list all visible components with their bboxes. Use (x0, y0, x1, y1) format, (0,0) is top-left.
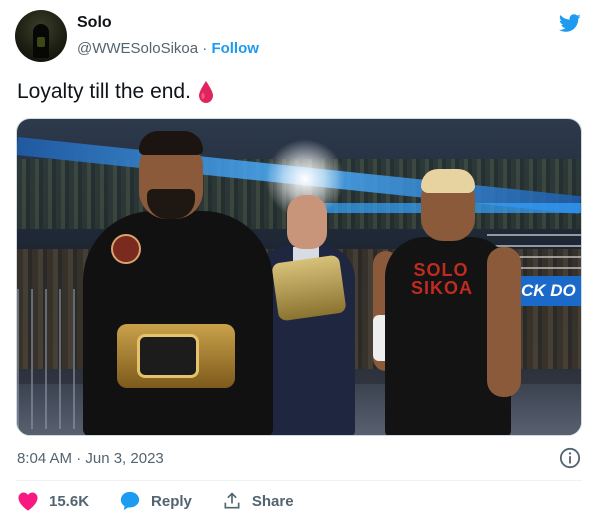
like-count: 15.6K (49, 492, 90, 510)
reply-icon (120, 491, 140, 511)
blood-drop-icon (198, 81, 213, 103)
arena-banner-text: CK DO (521, 281, 576, 300)
divider (16, 480, 582, 481)
shirt-lettering: SOLO SIKOA (411, 260, 474, 298)
author-handle[interactable]: @WWESoloSikoa (77, 40, 198, 57)
author-name[interactable]: Solo (77, 14, 112, 32)
avatar[interactable] (15, 10, 67, 62)
reply-label: Reply (151, 492, 192, 510)
like-button[interactable]: 15.6K (17, 491, 89, 511)
twitter-bird-icon[interactable] (557, 12, 583, 34)
share-icon (224, 492, 240, 509)
action-bar: 15.6K Reply Share (17, 490, 324, 512)
tweet-text-row: Loyalty till the end. (17, 80, 215, 104)
reply-button[interactable]: Reply (119, 490, 192, 512)
title-belt-small (271, 254, 347, 322)
share-label: Share (251, 492, 294, 510)
tweet-text: Loyalty till the end. (17, 80, 191, 103)
author-handle-row: @WWESoloSikoa · Follow (77, 40, 259, 57)
title-belt-large (117, 324, 235, 388)
follow-link[interactable]: Follow (211, 40, 259, 57)
heart-icon (18, 492, 38, 511)
tweet-photo[interactable]: CK DO SOLO SIKOA (16, 118, 582, 436)
tweet-timestamp[interactable]: 8:04 AM · Jun 3, 2023 (17, 450, 164, 467)
share-button[interactable]: Share (222, 490, 294, 512)
info-icon[interactable] (559, 447, 581, 469)
tweet-card: Solo @WWESoloSikoa · Follow Loyalty till… (0, 0, 600, 512)
